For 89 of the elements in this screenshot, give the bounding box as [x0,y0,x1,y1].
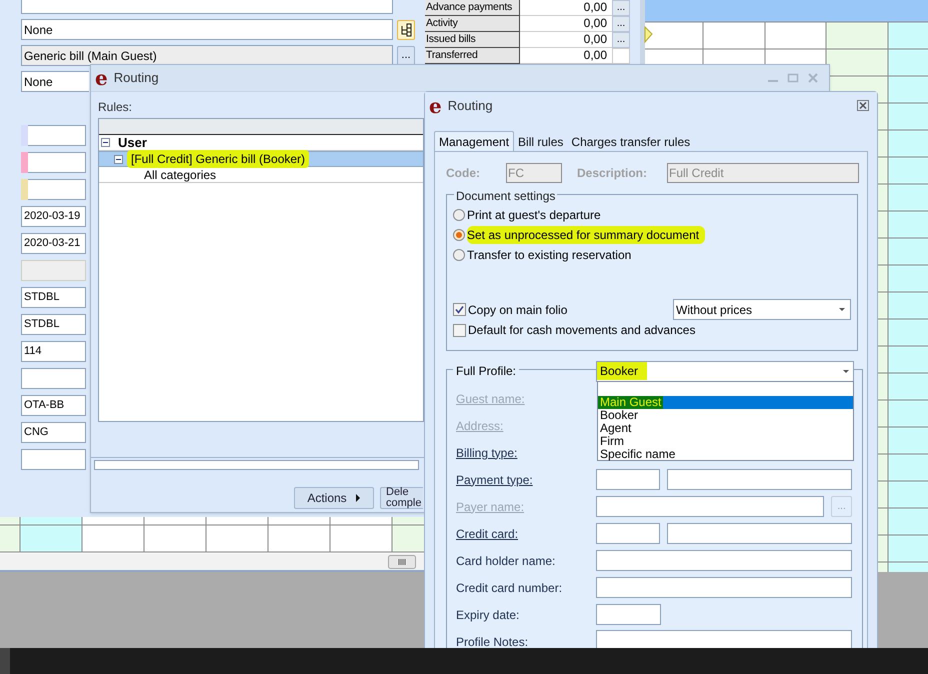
list-item[interactable]: Booker [598,409,853,422]
field-link[interactable]: Credit card: [456,524,596,542]
text-field[interactable] [28,152,86,173]
text-field[interactable]: None [21,19,393,40]
field-label: Description: [577,165,648,182]
browse-button[interactable]: ... [612,0,630,16]
browse-button[interactable]: ... [612,16,630,32]
table-cell: Advance payments [425,0,520,16]
text-field[interactable]: None [21,71,89,92]
collapse-icon[interactable] [101,138,110,147]
caret-icon [354,493,361,503]
text-field[interactable] [28,125,86,146]
taskbar-edge [0,648,10,674]
table-cell: 0,00 [520,0,612,16]
app-logo: e [95,68,108,88]
text-field[interactable] [21,368,86,389]
text-field[interactable] [596,630,852,648]
dropdown[interactable]: Booker [596,360,854,382]
list-item[interactable]: Firm [598,435,853,448]
checkbox-checked[interactable] [453,303,466,316]
text-field[interactable]: 2020-03-21 [21,233,86,254]
text-field[interactable] [596,469,660,490]
tree-item[interactable]: All categories [140,166,220,184]
text-field[interactable] [596,577,852,598]
text-field[interactable] [596,523,660,544]
window-title: Routing [448,96,493,115]
table-cell: 0,00 [520,48,612,64]
collapse-icon[interactable] [114,154,123,164]
checkbox-label: Default for cash movements and advances [468,322,696,339]
close-icon[interactable] [857,100,869,111]
option-label: Print at guest's departure [467,207,602,224]
option-label: Set as unprocessed for summary document [467,226,706,244]
text-field[interactable]: STDBL [21,287,86,308]
tree-item[interactable]: [Full Credit] Generic bill (Booker) [127,150,310,168]
text-field[interactable] [94,460,419,470]
text-field[interactable] [596,496,824,517]
checkbox-label: Copy on main folio [468,302,568,318]
table-cell: 0,00 [520,16,612,32]
tree-row-selected[interactable]: [Full Credit] Generic bill (Booker) [99,151,423,167]
list-item[interactable]: Specific name [598,448,853,461]
delete-button[interactable]: Dele comple [380,487,423,509]
field-label: Code: [446,165,481,182]
list-item[interactable]: Agent [598,422,853,435]
actions-button[interactable]: Actions [294,487,374,509]
field-label: Card holder name: [456,552,556,570]
tab[interactable]: Charges transfer rules [567,133,694,151]
table-cell: Activity [425,16,520,32]
window-title: Routing [114,69,159,88]
text-field[interactable]: STDBL [21,314,86,335]
group-title: Full Profile: [453,364,520,378]
text-field[interactable]: 114 [21,341,86,362]
text-field[interactable] [21,449,86,470]
field-label: Profile Notes: [456,634,530,650]
text-field[interactable]: CNG [21,422,86,443]
text-field[interactable] [28,179,86,200]
tree-row[interactable]: All categories [99,167,423,183]
caret-icon [839,308,845,311]
list-item[interactable]: Main Guest [598,396,853,409]
browse-button[interactable]: ... [612,32,630,48]
text-field[interactable]: OTA-BB [21,395,86,416]
section-label: Rules: [98,100,134,114]
maximize-icon[interactable] [787,73,799,83]
text-field[interactable] [596,604,661,625]
radio-button[interactable] [453,249,465,261]
text-field[interactable] [596,550,852,571]
app-logo: e [429,96,442,116]
field-label: Credit card number: [456,580,564,596]
checkbox[interactable] [453,324,466,336]
table-cell [612,48,630,64]
tree-icon [399,22,413,36]
table-cell: Issued bills [425,32,520,48]
tree-item[interactable]: User [114,132,151,152]
field-link[interactable]: Billing type: [456,444,596,462]
tab[interactable]: Management [434,131,514,151]
radio-selected[interactable] [453,229,465,241]
radio-button[interactable] [453,209,465,221]
text-field[interactable] [667,523,852,544]
option-label: Transfer to existing reservation [467,247,632,264]
caret-icon [843,370,849,372]
table-cell: Transferred [425,48,520,64]
scrollbar-thumb[interactable] [388,555,416,569]
field-label: Expiry date: [456,606,520,624]
text-field[interactable] [667,469,852,490]
text-field[interactable]: 2020-03-19 [21,206,86,227]
table-cell: 0,00 [520,32,612,48]
field-link[interactable]: Payment type: [456,470,596,488]
tab[interactable]: Bill rules [514,133,568,151]
dropdown[interactable]: Without prices [673,299,851,320]
tree-button[interactable] [397,20,415,40]
